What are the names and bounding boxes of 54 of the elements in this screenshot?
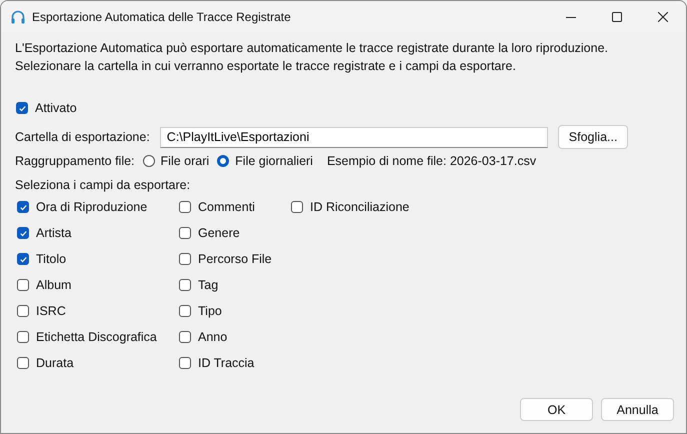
headphones-icon: [10, 8, 26, 24]
checkbox-label: Durata: [36, 356, 74, 370]
radio-button[interactable]: [217, 155, 230, 167]
folder-field[interactable]: C:\PlayItLive\Esportazioni: [160, 126, 548, 148]
checkbox-label: ID Riconciliazione: [310, 200, 410, 214]
radio-label: File giornalieri: [235, 154, 313, 168]
check-icon: [18, 104, 26, 112]
dialog-button[interactable]: Annulla: [601, 398, 674, 421]
check-icon: [18, 228, 28, 238]
checkbox[interactable]: [17, 227, 29, 239]
checkbox[interactable]: [179, 331, 191, 343]
checkbox-label: Anno: [198, 330, 228, 344]
checkbox[interactable]: [291, 201, 303, 213]
check-icon: [18, 202, 28, 212]
field-label: Cartella di esportazione:: [15, 130, 150, 144]
checkbox[interactable]: [17, 201, 29, 213]
description-text: L'Esportazione Automatica può esportare automaticamente le tracce registrate durante la loro riproduzione.: [15, 40, 609, 57]
close-icon[interactable]: [658, 12, 668, 22]
checkbox[interactable]: [179, 201, 191, 213]
maximize-icon[interactable]: [612, 12, 622, 22]
checkbox-label: Commenti: [198, 200, 255, 214]
browse-button[interactable]: Sfoglia...: [558, 125, 628, 149]
checkbox-label: Ora di Riproduzione: [36, 200, 148, 214]
window-title: Esportazione Automatica delle Tracce Registrate: [32, 10, 291, 24]
checkbox[interactable]: [179, 279, 191, 291]
checkbox-label: Tag: [198, 278, 218, 292]
checkbox[interactable]: [17, 253, 29, 265]
example-text: Esempio di nome file: 2026-03-17.csv: [326, 154, 536, 168]
checkbox[interactable]: [179, 227, 191, 239]
checkbox[interactable]: [17, 331, 29, 343]
section-label: Seleziona i campi da esportare:: [15, 177, 192, 194]
checkbox-label: Tipo: [198, 304, 222, 318]
checkbox[interactable]: [17, 279, 29, 291]
checkbox[interactable]: [17, 305, 29, 317]
checkbox[interactable]: [179, 357, 191, 369]
checkbox-label: Attivato: [35, 101, 77, 115]
dialog-button[interactable]: OK: [520, 398, 593, 421]
checkbox[interactable]: [179, 305, 191, 317]
radio-label: File orari: [160, 154, 210, 168]
checkbox-label: ISRC: [36, 304, 66, 318]
checkbox-label: Album: [36, 278, 72, 292]
checkbox-label: Etichetta Discografica: [36, 330, 157, 344]
checkbox-label: ID Traccia: [198, 356, 254, 370]
checkbox[interactable]: [179, 253, 191, 265]
checkbox-label: Artista: [36, 226, 72, 240]
checkbox-label: Genere: [198, 226, 240, 240]
checkbox-label: Percorso File: [198, 252, 272, 266]
radio-button[interactable]: [142, 155, 155, 167]
grouping-label: Raggruppamento file:: [15, 154, 135, 168]
check-icon: [18, 254, 28, 264]
checkbox[interactable]: [16, 102, 28, 114]
checkbox-label: Titolo: [36, 252, 66, 266]
description-text: Selezionare la cartella in cui verranno esportate le tracce registrate e i campi da esportare.: [15, 58, 517, 75]
checkbox[interactable]: [17, 357, 29, 369]
